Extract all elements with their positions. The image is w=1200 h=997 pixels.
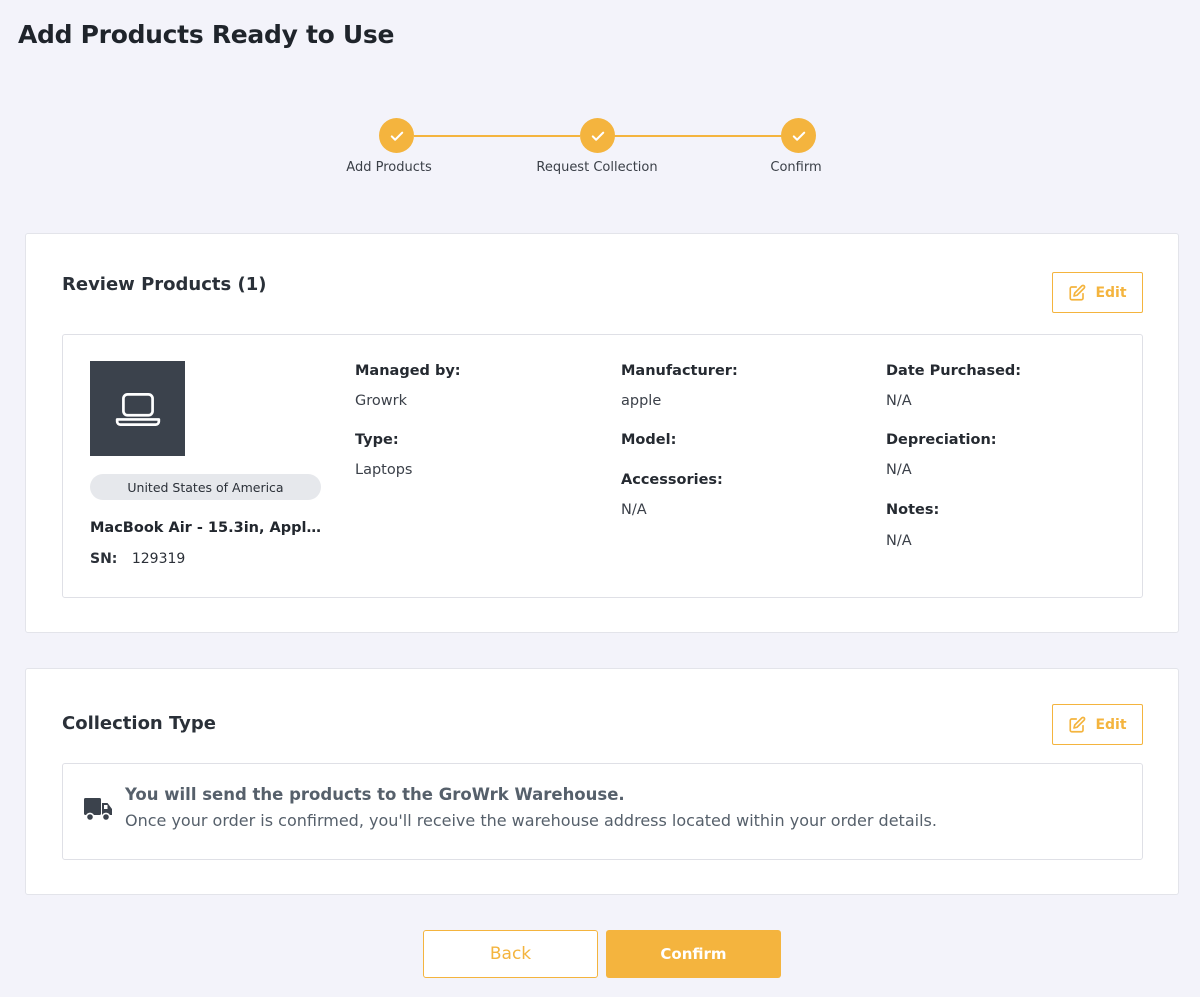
edit-icon xyxy=(1069,284,1086,301)
type-value: Laptops xyxy=(355,462,413,478)
date-purchased-label: Date Purchased: xyxy=(886,363,1022,379)
progress-stepper: Add Products Request Collection Confirm xyxy=(0,118,1200,188)
depreciation-value: N/A xyxy=(886,462,912,478)
depreciation-label: Depreciation: xyxy=(886,432,997,448)
step-connector xyxy=(414,135,580,137)
product-item: United States of America MacBook Air - 1… xyxy=(62,334,1143,598)
edit-icon xyxy=(1069,716,1086,733)
check-icon xyxy=(390,131,403,141)
step-label: Confirm xyxy=(770,160,822,175)
sn-value: 129319 xyxy=(131,551,186,567)
accessories-label: Accessories: xyxy=(621,472,723,488)
step-2-complete-indicator xyxy=(580,118,615,153)
collection-type-title: Collection Type xyxy=(62,713,216,734)
review-products-card: Review Products (1) Edit United States o… xyxy=(25,233,1179,633)
step-connector xyxy=(614,135,782,137)
step-label: Add Products xyxy=(346,160,432,175)
page-title: Add Products Ready to Use xyxy=(18,20,395,49)
sn-label: SN: xyxy=(90,551,118,567)
collection-heading: You will send the products to the GroWrk… xyxy=(125,785,625,804)
edit-products-button[interactable]: Edit xyxy=(1052,272,1143,313)
edit-label: Edit xyxy=(1095,284,1127,301)
notes-value: N/A xyxy=(886,533,912,549)
check-icon xyxy=(591,131,604,141)
step-1-complete-indicator xyxy=(379,118,414,153)
managed-by-label: Managed by: xyxy=(355,363,461,379)
manufacturer-label: Manufacturer: xyxy=(621,363,738,379)
step-label: Request Collection xyxy=(536,160,658,175)
collection-description: Once your order is confirmed, you'll rec… xyxy=(125,811,937,830)
edit-label: Edit xyxy=(1095,716,1127,733)
serial-number: SN: 129319 xyxy=(90,551,185,567)
country-badge: United States of America xyxy=(90,474,321,500)
truck-icon xyxy=(84,798,112,822)
step-3-complete-indicator xyxy=(781,118,816,153)
date-purchased-value: N/A xyxy=(886,393,912,409)
back-button[interactable]: Back xyxy=(423,930,598,978)
collection-type-card: Collection Type Edit You will send the p… xyxy=(25,668,1179,895)
accessories-value: N/A xyxy=(621,502,647,518)
product-name: MacBook Air - 15.3in, Apple ... xyxy=(90,520,330,536)
laptop-icon xyxy=(115,392,160,426)
edit-collection-button[interactable]: Edit xyxy=(1052,704,1143,745)
collection-info-box: You will send the products to the GroWrk… xyxy=(62,763,1143,860)
manufacturer-value: apple xyxy=(621,393,662,409)
managed-by-value: Growrk xyxy=(355,393,407,409)
check-icon xyxy=(792,131,805,141)
notes-label: Notes: xyxy=(886,502,940,518)
model-label: Model: xyxy=(621,432,677,448)
confirm-button[interactable]: Confirm xyxy=(606,930,781,978)
type-label: Type: xyxy=(355,432,399,448)
product-thumbnail xyxy=(90,361,185,456)
review-products-title: Review Products (1) xyxy=(62,274,267,295)
